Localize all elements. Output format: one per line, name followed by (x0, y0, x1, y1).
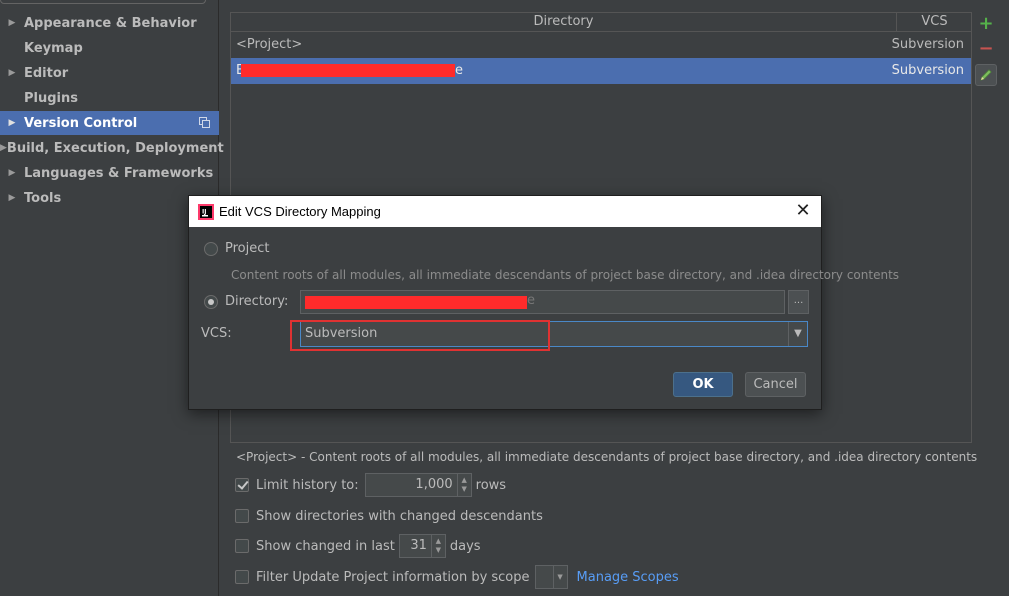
sidebar-item-label: Keymap (24, 40, 83, 56)
minus-icon: − (978, 37, 994, 59)
days-spinner[interactable]: 31 ▲ ▼ (398, 534, 446, 558)
sidebar-item-label: Languages & Frameworks (24, 165, 214, 181)
limit-history-row: Limit history to: 1,000 ▲ ▼ rows (235, 473, 506, 497)
close-icon[interactable]: ✕ (794, 202, 812, 220)
cancel-button[interactable]: Cancel (745, 372, 806, 397)
vcs-label: VCS: (201, 326, 232, 341)
dialog-title: Edit VCS Directory Mapping (219, 204, 381, 219)
expand-arrow-icon[interactable]: ▶ (0, 118, 24, 128)
sidebar-item-label: Editor (24, 65, 69, 81)
project-description: <Project> - Content roots of all modules… (236, 450, 978, 464)
days-value[interactable]: 31 (400, 535, 431, 557)
show-changed-last-checkbox[interactable] (235, 539, 249, 553)
pencil-icon (980, 69, 992, 81)
show-dirs-changed-checkbox[interactable] (235, 509, 249, 523)
dialog-title-bar[interactable]: IJ Edit VCS Directory Mapping ✕ (189, 196, 821, 227)
project-radio[interactable] (204, 242, 218, 256)
directory-cell-suffix: e (455, 63, 463, 78)
show-changed-last-row: Show changed in last 31 ▲ ▼ days (235, 534, 481, 558)
ok-button[interactable]: OK (673, 372, 733, 397)
scope-dropdown[interactable]: ▼ (534, 565, 568, 589)
vcs-cell: Subversion (891, 37, 964, 52)
days-label: days (449, 538, 481, 554)
redaction-bar (241, 64, 455, 77)
expand-arrow-icon[interactable]: ▶ (0, 193, 24, 203)
spinner-arrows-icon[interactable]: ▲ ▼ (430, 535, 445, 557)
remove-mapping-button[interactable]: − (975, 37, 997, 59)
sidebar-item-label: Tools (24, 190, 62, 206)
spinner-arrows-icon[interactable]: ▲ ▼ (456, 474, 471, 496)
column-header-directory[interactable]: Directory (231, 13, 897, 31)
manage-scopes-link[interactable]: Manage Scopes (577, 570, 679, 585)
show-dirs-changed-row: Show directories with changed descendant… (235, 504, 543, 528)
expand-arrow-icon[interactable]: ▶ (0, 68, 24, 78)
settings-sidebar: ▶ Appearance & Behavior Keymap ▶ Editor … (0, 0, 224, 596)
expand-arrow-icon[interactable]: ▶ (0, 143, 7, 153)
table-header: Directory VCS (231, 13, 971, 32)
rows-label: rows (475, 477, 507, 493)
chevron-down-icon[interactable]: ▼ (552, 566, 567, 588)
browse-button[interactable]: ... (788, 290, 809, 314)
edit-vcs-mapping-dialog: IJ Edit VCS Directory Mapping ✕ Project … (188, 195, 899, 410)
directory-field[interactable]: e (300, 290, 785, 314)
svg-text:IJ: IJ (202, 208, 206, 215)
sidebar-item-appearance-behavior[interactable]: ▶ Appearance & Behavior (0, 11, 219, 35)
directory-value-suffix: e (527, 293, 535, 308)
project-scope-icon (199, 117, 210, 128)
redaction-bar (305, 296, 527, 309)
sidebar-item-plugins[interactable]: Plugins (0, 86, 219, 110)
add-mapping-button[interactable]: + (975, 12, 997, 34)
limit-history-label: Limit history to: (256, 477, 359, 493)
plus-icon: + (978, 12, 994, 34)
limit-history-checkbox[interactable] (235, 478, 249, 492)
limit-history-spinner[interactable]: 1,000 ▲ ▼ (364, 473, 472, 497)
chevron-down-icon[interactable]: ▼ (788, 322, 807, 346)
expand-arrow-icon[interactable]: ▶ (0, 168, 24, 178)
edit-mapping-button[interactable] (975, 64, 997, 86)
project-radio-label[interactable]: Project (225, 241, 269, 256)
limit-history-value[interactable]: 1,000 (366, 474, 457, 496)
sidebar-item-label: Appearance & Behavior (24, 15, 197, 31)
table-row[interactable]: <Project> Subversion (231, 32, 971, 58)
sidebar-item-tools[interactable]: ▶ Tools (0, 186, 219, 210)
sidebar-item-version-control[interactable]: ▶ Version Control (0, 111, 219, 135)
directory-radio-label[interactable]: Directory: (225, 294, 288, 309)
sidebar-item-label: Version Control (24, 115, 138, 131)
search-box-edge[interactable] (0, 0, 206, 4)
show-dirs-changed-label: Show directories with changed descendant… (256, 508, 543, 524)
sidebar-item-editor[interactable]: ▶ Editor (0, 61, 219, 85)
sidebar-item-keymap[interactable]: Keymap (0, 36, 219, 60)
expand-arrow-icon[interactable]: ▶ (0, 18, 24, 28)
table-row[interactable]: E e Subversion (231, 58, 971, 84)
column-header-vcs[interactable]: VCS (898, 13, 971, 31)
filter-update-label: Filter Update Project information by sco… (256, 569, 530, 585)
sidebar-item-label: Plugins (24, 90, 78, 106)
intellij-app-icon: IJ (198, 203, 214, 220)
vcs-cell: Subversion (891, 63, 964, 78)
sidebar-item-languages-frameworks[interactable]: ▶ Languages & Frameworks (0, 161, 219, 185)
directory-radio[interactable] (204, 295, 218, 309)
show-changed-last-label: Show changed in last (256, 538, 395, 554)
sidebar-item-build-execution-deployment[interactable]: ▶ Build, Execution, Deployment (0, 136, 224, 160)
dialog-body: Project Content roots of all modules, al… (189, 227, 899, 409)
highlight-annotation (290, 320, 550, 351)
directory-cell: <Project> (236, 37, 303, 52)
sidebar-item-label: Build, Execution, Deployment (6, 140, 224, 156)
project-hint: Content roots of all modules, all immedi… (231, 268, 900, 282)
filter-update-row: Filter Update Project information by sco… (235, 565, 679, 589)
filter-update-checkbox[interactable] (235, 570, 249, 584)
